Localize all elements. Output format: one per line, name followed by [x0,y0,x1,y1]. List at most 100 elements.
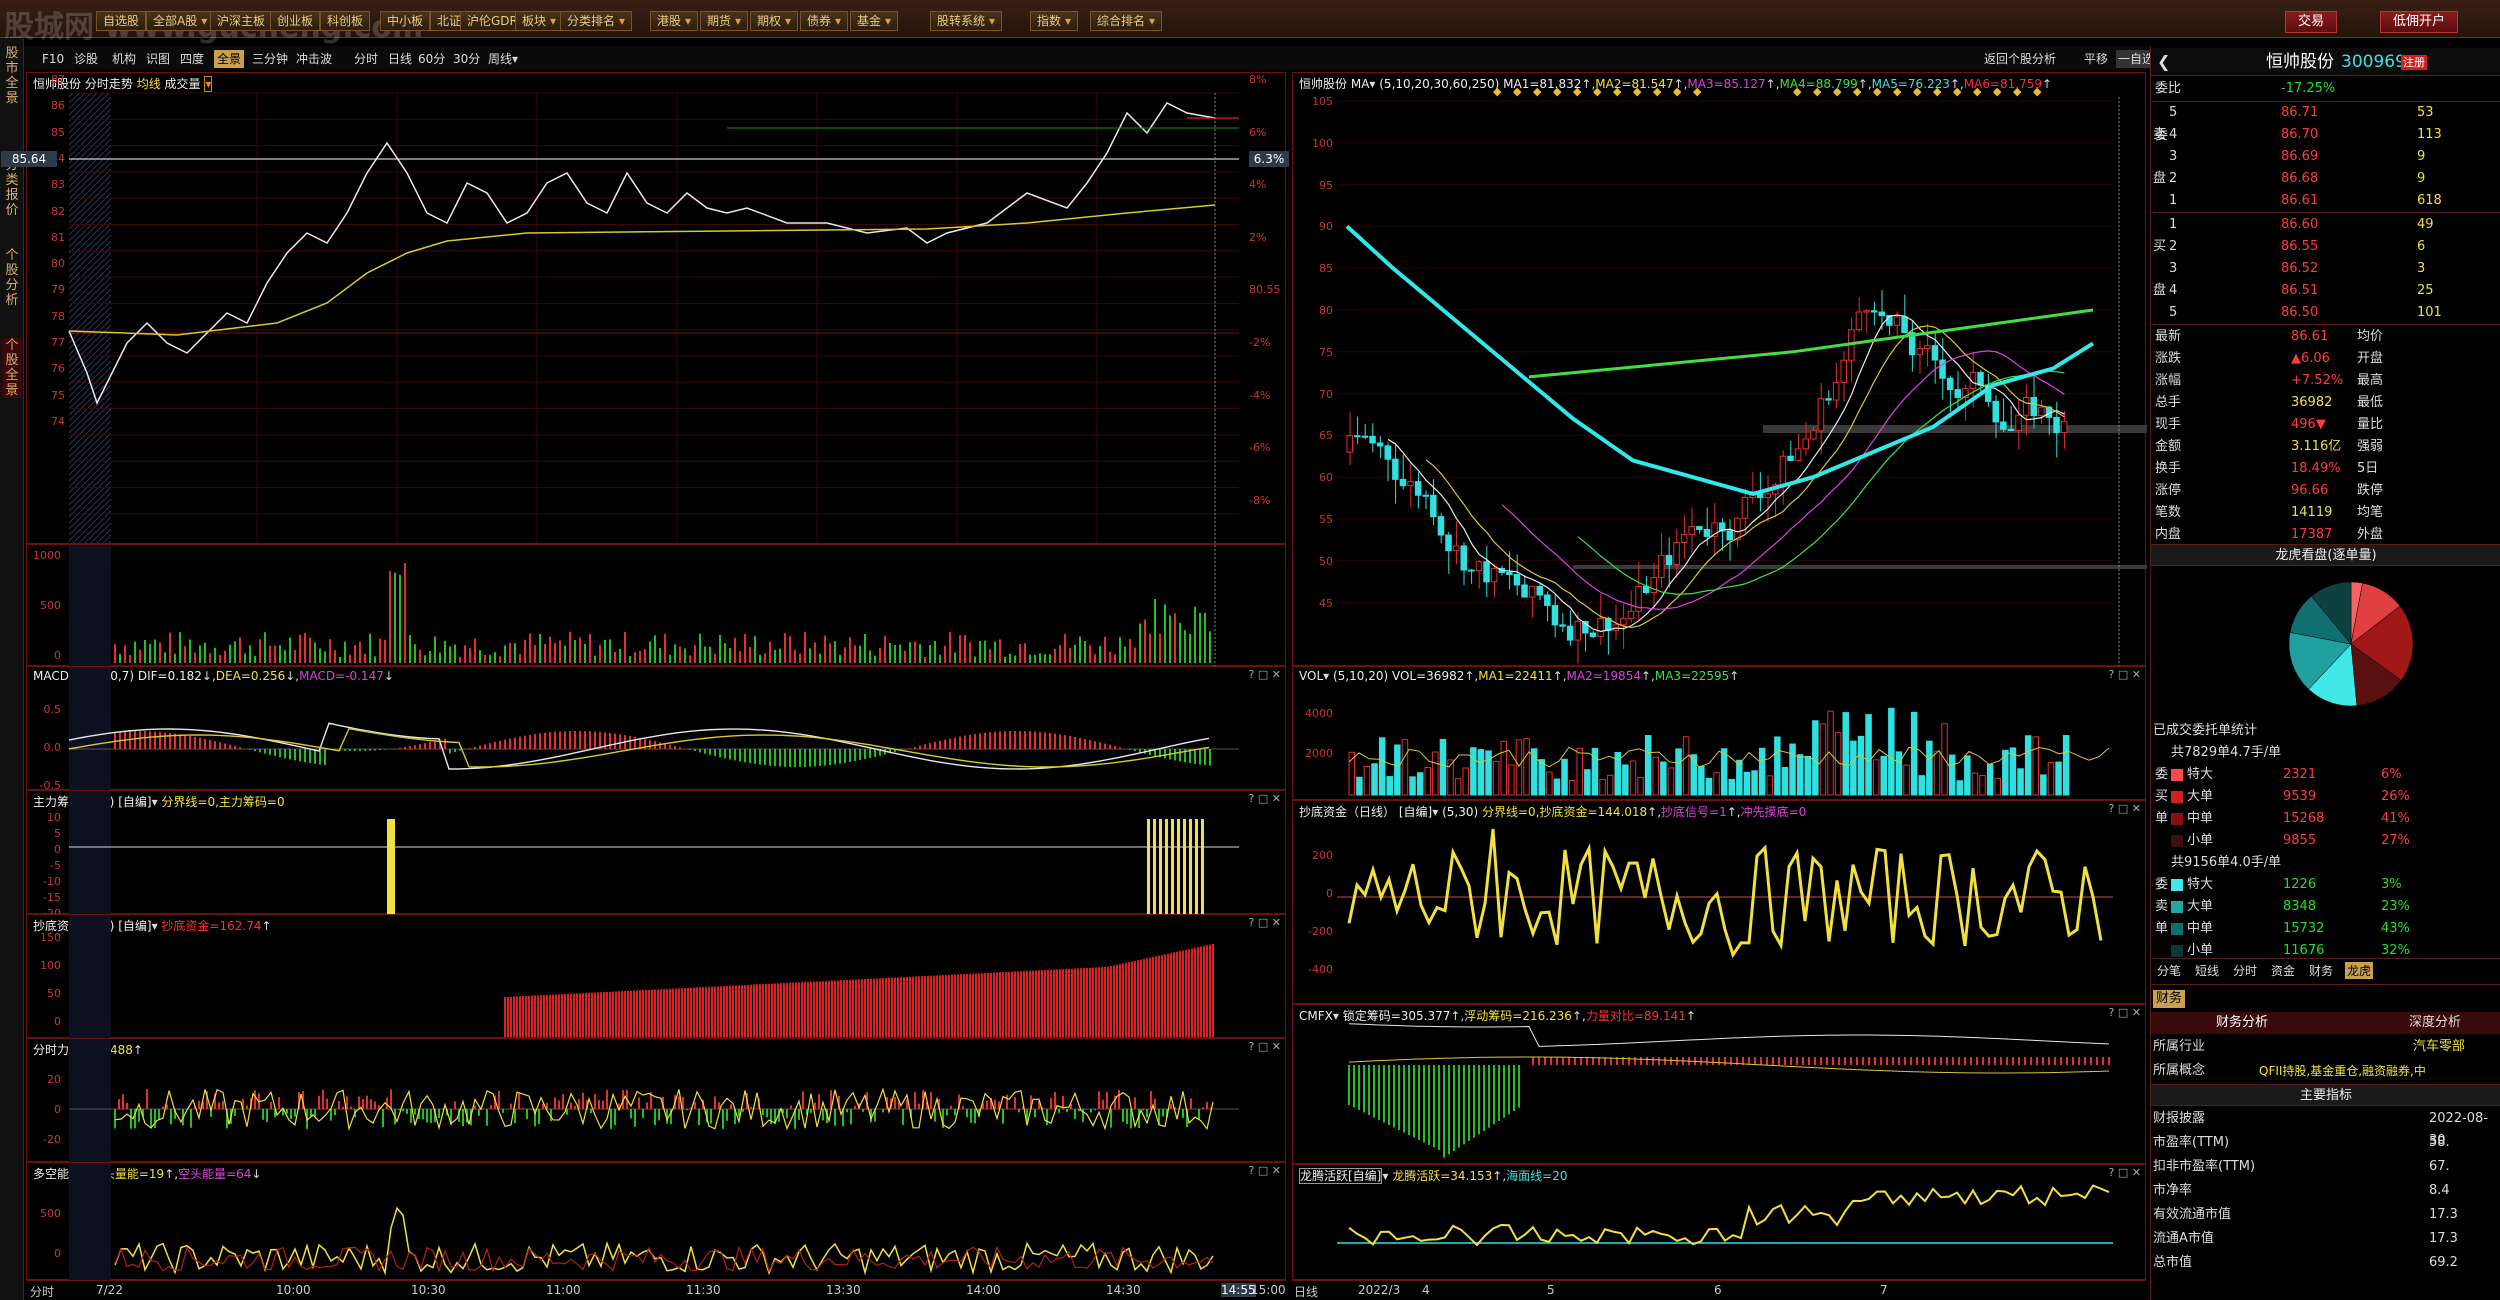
intraday-force-chart [69,1039,1239,1163]
quote-tab-3[interactable]: 资金 [2269,962,2297,979]
time-tick-label: 13:30 [826,1283,861,1297]
intraday-force-panel: 分时力道▾ 42.488↑ ? □ ✕ 200-20 [26,1038,1286,1163]
time-tick-label: 7/22 [96,1283,123,1297]
daily-bottom-fund-panel: 抄底资金（日线） [自编]▾ (5,30) 分界线=0,抄底资金=144.018… [1292,800,2146,1004]
main-chip-panel: 主力筹码(分时) [自编]▾ 分界线=0,主力筹码=0 ? □ ✕ 1050-5… [26,790,1286,920]
buy-stat-row: 买大单 9539 26% [2155,789,2410,804]
cmfx-panel: CMFX▾ 锁定筹码=305.377↑,浮动筹码=216.236↑,力量对比=8… [1292,1004,2146,1164]
pan-button[interactable]: 平移 [2084,50,2108,68]
bid-row[interactable]: 3 86.52 3 [2151,258,2500,280]
svg-text:◆: ◆ [1893,85,1902,98]
bid-row[interactable]: 2 86.55 6 [2151,236,2500,258]
ask-row[interactable]: 2 86.68 9 [2151,168,2500,190]
toolbar-item-5[interactable]: 全景 [214,50,245,68]
top-button-2[interactable]: 沪深主板 [210,11,273,31]
quote-tab-1[interactable]: 短线 [2193,962,2221,979]
last-price-tag: 85.64 [1,151,57,167]
toolbar-item-1[interactable]: 诊股 [74,50,98,68]
last-pct-tag: 6.3% [1249,151,1289,167]
period-tab-4[interactable]: 周线▾ [488,50,518,68]
top-button-3[interactable]: 创业板 [270,11,321,31]
toolbar-item-7[interactable]: 冲击波 [296,50,332,68]
time-tick-label: 14:00 [966,1283,1001,1297]
trade-button[interactable]: 交易 [2285,11,2338,33]
svg-text:◆: ◆ [1513,85,1522,98]
top-menu-bar: 股城网 www.gucheng.com 自选股全部A股沪深主板创业板科创板中小板… [0,0,2500,45]
bid-row[interactable]: 5 86.50 101 [2151,302,2500,324]
buy-stat-row: 委特大 2321 6% [2155,767,2402,782]
period-tab-0[interactable]: 分时 [354,50,378,68]
long-short-energy-chart [69,1163,1214,1281]
top-button-4[interactable]: 科创板 [320,11,371,31]
ask-row[interactable]: 3 86.69 9 [2151,146,2500,168]
svg-text:◆: ◆ [1873,85,1882,98]
ask-row[interactable]: 4 86.70 113 [2151,124,2500,146]
top-button-17[interactable]: 综合排名 [1090,11,1163,31]
top-button-11[interactable]: 期货 [700,11,749,31]
quote-stock-code: 300969 [2341,52,2406,72]
sidebar-tab-market[interactable]: 股市全景 [2,46,22,106]
quote-row: 涨停 96.66 跌停 [2155,483,2384,498]
top-button-5[interactable]: 中小板 [380,11,431,31]
svg-text:◆: ◆ [1533,85,1542,98]
svg-text:◆: ◆ [1673,85,1682,98]
svg-text:◆: ◆ [1633,85,1642,98]
sidebar-tab-stock-analysis[interactable]: 个股分析 [2,248,22,308]
bid-row[interactable]: 4 86.51 25 [2151,280,2500,302]
sidebar-tab-category[interactable]: 分类报价 [2,158,22,218]
date-tick-label: 4 [1422,1283,1430,1297]
quote-tab-5[interactable]: 龙虎 [2345,962,2374,979]
sell-stat-row: 卖大单 8348 23% [2155,899,2410,914]
top-button-10[interactable]: 港股 [650,11,699,31]
top-button-0[interactable]: 自选股 [96,11,147,31]
quote-tab-4[interactable]: 财务 [2307,962,2335,979]
back-arrow-icon[interactable]: ❮ [2157,51,2170,73]
ask-row[interactable]: 1 86.61 618 [2151,190,2500,212]
toolbar-item-3[interactable]: 识图 [146,50,170,68]
top-button-14[interactable]: 基金 [850,11,899,31]
date-tick-label: 5 [1547,1283,1555,1297]
fin-row: 流通A市值 17.3 [2153,1231,2458,1246]
sell-stat-row: 单中单 15732 43% [2155,921,2410,936]
toolbar-item-0[interactable]: F10 [42,50,64,68]
toolbar-item-6[interactable]: 三分钟 [252,50,288,68]
fin-row: 财报披露 2022-08-30 [2153,1111,2489,1148]
svg-text:◆: ◆ [1793,85,1802,98]
svg-text:◆: ◆ [1933,85,1942,98]
intraday-price-chart[interactable] [27,73,1287,545]
svg-text:◆: ◆ [1593,85,1602,98]
sidebar-tab-stock-overview[interactable]: 个股全景 [2,338,22,398]
svg-text:◆: ◆ [1553,85,1562,98]
svg-text:◆: ◆ [2013,85,2022,98]
period-tab-3[interactable]: 30分 [453,50,480,68]
top-button-13[interactable]: 债券 [800,11,849,31]
daily-kline-chart[interactable]: ◆ ◆ ◆ ◆ ◆ ◆ ◆ ◆ ◆ ◆ ◆ ◆ ◆ ◆ ◆ ◆ ◆ ◆ ◆ ◆ ◆ ◆ ◆ ◆ [1293,73,2147,667]
svg-text:◆: ◆ [1613,85,1622,98]
bid-row[interactable]: 1 86.60 49 [2151,214,2500,236]
top-button-1[interactable]: 全部A股 [146,11,215,31]
top-button-12[interactable]: 期权 [750,11,799,31]
intraday-time-axis: 分时 7/22 10:00 10:30 11:00 11:30 13:30 14:00 14:… [26,1280,1286,1300]
toolbar-item-2[interactable]: 机构 [112,50,136,68]
top-button-16[interactable]: 指数 [1030,11,1079,31]
top-button-9[interactable]: 分类排名 [560,11,633,31]
top-button-8[interactable]: 板块 [515,11,564,31]
daily-date-axis: 日线 2022/3 4 5 6 7 [1292,1280,2146,1300]
svg-text:◆: ◆ [1573,85,1582,98]
ask-row[interactable]: 5 86.71 53 [2151,102,2500,124]
quote-stock-name: 恒帅股份 [2266,52,2334,72]
toolbar-item-4[interactable]: 四度 [180,50,204,68]
top-button-15[interactable]: 股转系统 [930,11,1003,31]
period-tab-1[interactable]: 日线 [388,50,412,68]
period-tab-2[interactable]: 60分 [418,50,445,68]
quote-row: 总手 36982 最低 [2155,395,2384,410]
quote-tab-2[interactable]: 分时 [2231,962,2259,979]
back-to-analysis-link[interactable]: 返回个股分析 [1984,50,2056,68]
sell-stat-row: 委特大 1226 3% [2155,877,2402,892]
quote-row: 笔数 14119 均笔 [2155,505,2384,520]
daily-volume-panel: VOL▾ (5,10,20) VOL=36982↑,MA1=22411↑,MA2… [1292,666,2146,800]
open-account-button[interactable]: 低佣开户 [2380,11,2459,33]
quote-tab-0[interactable]: 分笔 [2155,962,2183,979]
date-tick-label: 7 [1880,1283,1888,1297]
buy-stat-row: 单中单 15268 41% [2155,811,2410,826]
